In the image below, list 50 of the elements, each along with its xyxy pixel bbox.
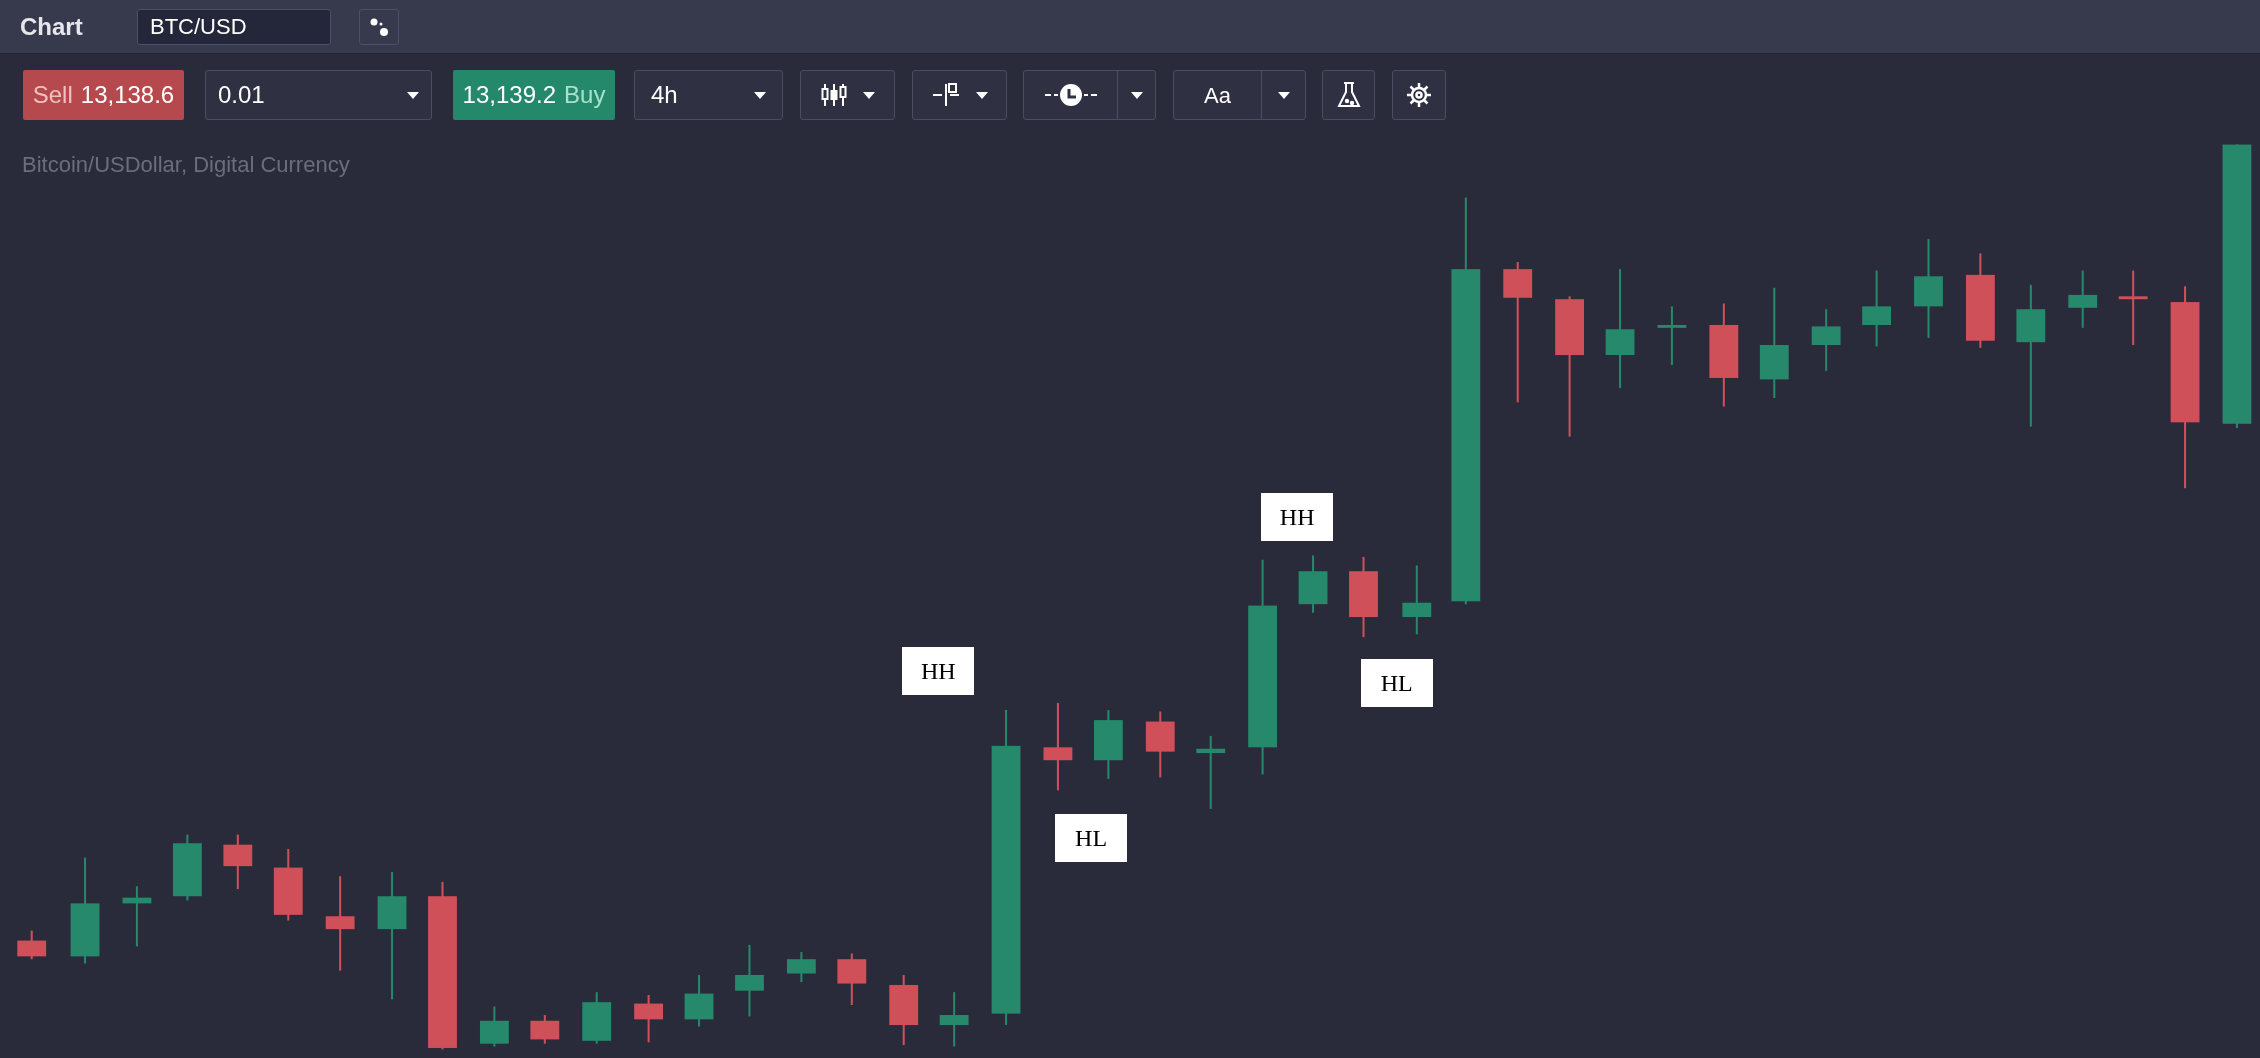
candle	[1811, 309, 1841, 371]
candle	[1657, 306, 1687, 366]
clock-icon	[1042, 82, 1099, 108]
candle	[786, 952, 816, 983]
instrument-description: Bitcoin/USDollar, Digital Currency	[22, 151, 350, 179]
pattern-label: HH	[902, 647, 975, 696]
dropdown-caret-icon	[862, 91, 875, 99]
panel-title: Chart	[20, 11, 84, 42]
dropdown-caret-icon	[975, 91, 988, 99]
candle	[837, 953, 867, 1006]
dropdown-caret-icon	[1277, 91, 1290, 99]
settings-button[interactable]	[1392, 70, 1446, 120]
compare-button[interactable]	[359, 8, 399, 45]
candle	[1402, 565, 1432, 635]
candle	[1298, 555, 1328, 613]
candle	[273, 849, 303, 921]
candle	[223, 834, 253, 890]
candle	[889, 974, 919, 1046]
candle	[17, 930, 47, 960]
sell-button[interactable]: Sell 13,138.6	[23, 70, 184, 120]
chart-type-dropdown[interactable]	[800, 70, 895, 120]
dropdown-caret-icon	[754, 91, 766, 99]
dropdown-caret-icon	[407, 91, 419, 99]
candle	[582, 992, 612, 1044]
interval-dropdown[interactable]: 4h	[634, 70, 783, 120]
ruler-icon	[931, 82, 960, 108]
pattern-label: HL	[1360, 658, 1433, 707]
candlestick-icon	[820, 82, 847, 108]
pattern-label: HL	[1055, 813, 1128, 862]
candle	[1145, 711, 1175, 778]
dropdown-caret-icon	[1130, 91, 1143, 99]
candle	[172, 834, 202, 901]
candle	[939, 992, 969, 1047]
font-dropdown[interactable]: Aa	[1173, 70, 1306, 120]
candle	[1093, 710, 1123, 779]
pattern-label: HH	[1261, 492, 1334, 541]
candle	[2068, 270, 2098, 328]
symbol-field[interactable]: BTC/USD	[137, 8, 331, 45]
candle	[634, 995, 663, 1043]
settings-icon	[1406, 82, 1432, 108]
candle	[122, 886, 152, 947]
candle	[530, 1015, 560, 1044]
time-scale-dropdown[interactable]	[1023, 70, 1156, 120]
quantity-dropdown[interactable]: 0.01	[205, 70, 432, 120]
drawing-tools-dropdown[interactable]	[912, 70, 1007, 120]
buy-button[interactable]: 13,139.2 Buy	[453, 70, 615, 120]
indicators-button[interactable]	[1322, 70, 1375, 120]
flask-icon	[1336, 81, 1361, 109]
candle	[479, 1006, 509, 1047]
candle	[684, 974, 714, 1027]
